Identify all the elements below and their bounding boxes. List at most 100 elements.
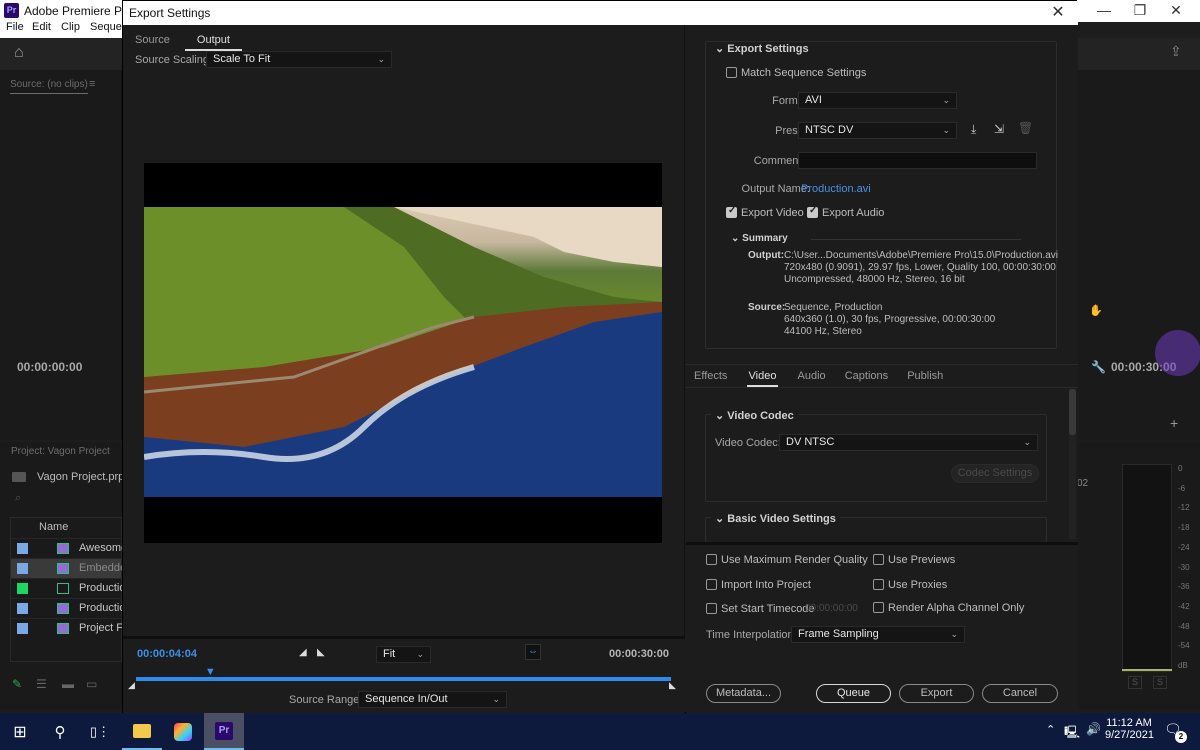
- in-point-marker-icon[interactable]: ◢: [128, 680, 135, 691]
- use-proxies-checkbox[interactable]: [873, 579, 884, 590]
- set-out-point-icon[interactable]: ◣: [317, 647, 325, 658]
- panel-menu-icon[interactable]: ≡: [89, 78, 95, 90]
- menu-clip[interactable]: Clip: [61, 21, 80, 33]
- menu-sequence[interactable]: Sequence: [90, 21, 122, 33]
- summary-title: Summary: [742, 233, 788, 244]
- export-video-checkbox[interactable]: [726, 205, 737, 218]
- show-hidden-icons[interactable]: ⌃: [1046, 723, 1055, 736]
- wrench-icon[interactable]: 🔧: [1091, 360, 1106, 374]
- format-dropdown[interactable]: AVI ⌄: [798, 92, 957, 109]
- preset-dropdown[interactable]: NTSC DV ⌄: [798, 122, 957, 139]
- source-range-dropdown[interactable]: Sequence In/Out ⌄: [358, 691, 507, 708]
- import-preset-icon[interactable]: ⇲: [994, 122, 1004, 136]
- project-list-item[interactable]: Production: [11, 598, 132, 618]
- set-in-point-icon[interactable]: ◢: [299, 647, 307, 658]
- icon-view-icon[interactable]: ▬: [62, 677, 74, 691]
- zoom-fit-dropdown[interactable]: Fit ⌄: [376, 646, 431, 663]
- source-panel-tab[interactable]: Source: (no clips): [10, 79, 88, 94]
- tab-audio[interactable]: Audio: [790, 365, 834, 387]
- set-start-timecode-checkbox[interactable]: [706, 603, 717, 614]
- metadata-button[interactable]: Metadata...: [706, 684, 781, 703]
- tab-video[interactable]: Video: [746, 365, 779, 387]
- start-timecode-value[interactable]: 00:00:00:00: [805, 603, 858, 614]
- column-header-name[interactable]: Name: [39, 521, 68, 533]
- match-sequence-checkbox[interactable]: [726, 67, 737, 78]
- network-icon[interactable]: 🖳: [1064, 723, 1080, 744]
- project-list-item[interactable]: Embedded: [11, 558, 132, 578]
- time-interpolation-dropdown[interactable]: Frame Sampling ⌄: [791, 626, 965, 643]
- file-explorer-button[interactable]: [122, 713, 162, 750]
- video-codec-header[interactable]: ⌄ Video Codec: [711, 409, 798, 422]
- menu-file[interactable]: File: [6, 21, 24, 33]
- dialog-close-button[interactable]: ✕: [1048, 1, 1068, 25]
- project-list-item[interactable]: Production: [11, 578, 132, 598]
- codec-settings-button[interactable]: Codec Settings: [951, 464, 1039, 483]
- share-icon[interactable]: ⇪: [1170, 43, 1182, 60]
- tab-output[interactable]: Output: [184, 29, 242, 51]
- search-icon[interactable]: ⌕: [15, 492, 21, 505]
- scrollbar-thumb[interactable]: [1069, 389, 1076, 435]
- tab-captions[interactable]: Captions: [837, 365, 896, 387]
- export-audio-checkbox[interactable]: [807, 205, 818, 218]
- playhead-handle[interactable]: ▼: [205, 666, 216, 678]
- tab-publish[interactable]: Publish: [899, 365, 951, 387]
- source-range-label: Source Range:: [289, 694, 363, 706]
- label-color-swatch[interactable]: [17, 603, 28, 614]
- cancel-button[interactable]: Cancel: [982, 684, 1058, 703]
- max-render-quality-checkbox[interactable]: [706, 554, 717, 565]
- premiere-pro-taskbar-button[interactable]: Pr: [204, 713, 244, 750]
- label-color-swatch[interactable]: [17, 583, 28, 594]
- aspect-ratio-correction-icon[interactable]: ⇔: [525, 644, 541, 660]
- summary-header[interactable]: ⌄ Summary: [731, 233, 788, 244]
- taskbar: ⊞ ⚲ ▯⋮ Pr ⌃ 🖳 🔊 11:12 AM 9/27/2021 🗨 2: [0, 713, 1200, 750]
- current-timecode[interactable]: 00:00:04:04: [137, 648, 197, 660]
- out-point-marker-icon[interactable]: ◣: [669, 680, 676, 691]
- maximize-button[interactable]: ❐: [1122, 0, 1158, 20]
- label-color-swatch[interactable]: [17, 623, 28, 634]
- project-panel-tab[interactable]: Project: Vagon Project: [11, 446, 110, 457]
- tab-effects[interactable]: Effects: [686, 365, 735, 387]
- import-into-project-checkbox[interactable]: [706, 579, 717, 590]
- output-name-link[interactable]: Production.avi: [801, 183, 871, 195]
- project-list-item[interactable]: Awesome: [11, 538, 127, 558]
- video-codec-label: Video Codec:: [715, 437, 781, 449]
- export-button[interactable]: Export: [899, 684, 974, 703]
- hand-icon[interactable]: ✋: [1089, 304, 1103, 317]
- meter-scale-label: 0: [1178, 464, 1183, 473]
- minimize-button[interactable]: —: [1086, 0, 1122, 20]
- home-icon[interactable]: ⌂: [14, 44, 24, 62]
- search-button[interactable]: ⚲: [40, 713, 80, 750]
- comments-input[interactable]: [798, 152, 1037, 169]
- close-app-button[interactable]: ✕: [1158, 0, 1194, 20]
- label-color-swatch[interactable]: [17, 563, 28, 574]
- volume-icon[interactable]: 🔊: [1086, 722, 1101, 736]
- solo-right-button[interactable]: S: [1153, 676, 1167, 689]
- creative-cloud-button[interactable]: [163, 713, 203, 750]
- export-settings-header[interactable]: ⌄ Export Settings: [711, 42, 813, 55]
- project-list-item[interactable]: Project Fo: [11, 618, 129, 638]
- render-alpha-checkbox[interactable]: [873, 602, 884, 613]
- source-scaling-dropdown[interactable]: Scale To Fit ⌄: [206, 51, 392, 68]
- preset-label: Preset:: [775, 125, 810, 137]
- clock[interactable]: 11:12 AM 9/27/2021: [1105, 717, 1154, 741]
- solo-left-button[interactable]: S: [1128, 676, 1142, 689]
- chevron-down-icon: ⌄: [715, 410, 728, 422]
- settings-scrollbar[interactable]: [1069, 389, 1076, 539]
- pencil-icon[interactable]: ✎: [12, 677, 22, 691]
- use-previews-checkbox[interactable]: [873, 554, 884, 565]
- video-codec-dropdown[interactable]: DV NTSC ⌄: [779, 434, 1038, 451]
- settings-gear-icon[interactable]: [1155, 330, 1200, 376]
- timeline-range-bar[interactable]: [136, 677, 671, 681]
- task-view-button[interactable]: ▯⋮: [80, 713, 120, 750]
- start-button[interactable]: ⊞: [0, 713, 40, 750]
- queue-button[interactable]: Queue: [816, 684, 891, 703]
- list-view-icon[interactable]: ☰: [36, 677, 47, 691]
- delete-preset-icon[interactable]: 🗑: [1018, 121, 1033, 135]
- label-color-swatch[interactable]: [17, 543, 28, 554]
- basic-video-header[interactable]: ⌄ Basic Video Settings: [711, 512, 840, 525]
- menu-edit[interactable]: Edit: [32, 21, 51, 33]
- save-preset-icon[interactable]: ⤓: [971, 122, 976, 137]
- add-icon[interactable]: +: [1170, 415, 1178, 431]
- freeform-view-icon[interactable]: ▭: [86, 677, 97, 691]
- tab-source[interactable]: Source: [123, 29, 182, 51]
